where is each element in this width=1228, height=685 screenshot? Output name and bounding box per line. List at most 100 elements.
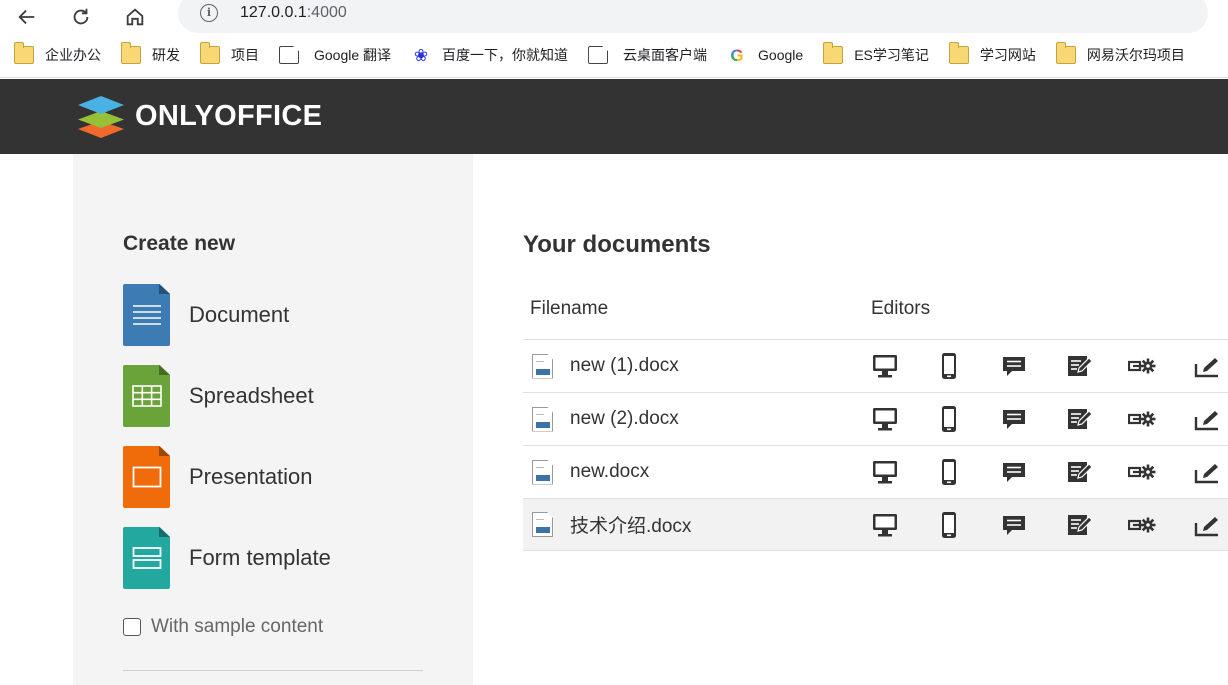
- desktop-icon[interactable]: [870, 457, 900, 487]
- document-row[interactable]: new (2).docx: [523, 392, 1228, 445]
- file-name-link[interactable]: new (2).docx: [570, 408, 679, 430]
- documents-title: Your documents: [523, 231, 711, 258]
- sample-content-label: With sample content: [151, 616, 324, 637]
- mobile-icon[interactable]: [934, 404, 964, 434]
- home-icon: [126, 7, 144, 25]
- fill-form-icon[interactable]: [1192, 351, 1222, 381]
- presentation-icon: [123, 446, 170, 508]
- embedded-settings-icon[interactable]: [1127, 510, 1157, 540]
- document-icon: [123, 284, 170, 346]
- create-document-button[interactable]: Document: [123, 284, 289, 346]
- bookmark-label: 学习网站: [979, 47, 1036, 63]
- bookmark-label: 百度一下，你就知道: [442, 47, 569, 63]
- document-row[interactable]: 技术介绍.docx: [523, 498, 1228, 551]
- bookmark-item[interactable]: G Google: [727, 46, 804, 65]
- home-button[interactable]: [118, 2, 152, 32]
- bookmark-item[interactable]: 项目: [199, 42, 259, 65]
- document-row[interactable]: new.docx: [523, 445, 1228, 498]
- url-host: 127.0.0.1: [240, 3, 307, 21]
- create-title: Create new: [123, 232, 236, 255]
- sample-content-option[interactable]: With sample content: [123, 616, 323, 638]
- divider: [123, 670, 423, 671]
- folder-icon: [822, 42, 844, 64]
- bookmark-item[interactable]: ES学习笔记: [822, 42, 929, 65]
- bookmark-item[interactable]: 云桌面客户端: [588, 45, 707, 65]
- comment-icon[interactable]: [999, 457, 1029, 487]
- docx-file-icon: [532, 512, 553, 537]
- embedded-settings-icon[interactable]: [1127, 457, 1157, 487]
- bookmark-item[interactable]: Google 翻译: [279, 45, 391, 65]
- bookmark-item[interactable]: 研发: [120, 42, 180, 65]
- spreadsheet-icon: [123, 365, 170, 427]
- folder-icon: [120, 42, 141, 64]
- bookmark-label: Google 翻译: [314, 47, 392, 63]
- docx-file-icon: [532, 459, 553, 485]
- arrow-left-icon: [18, 9, 35, 24]
- url-text: 127.0.0.1:4000: [240, 4, 347, 22]
- bookmark-label: 云桌面客户端: [623, 47, 708, 63]
- review-icon[interactable]: [1064, 351, 1094, 381]
- review-icon[interactable]: [1064, 404, 1094, 434]
- fill-form-icon[interactable]: [1192, 510, 1222, 540]
- review-icon[interactable]: [1064, 510, 1094, 540]
- desktop-icon[interactable]: [870, 404, 900, 434]
- bookmark-item[interactable]: 学习网站: [948, 42, 1036, 65]
- info-icon[interactable]: i: [200, 3, 218, 22]
- comment-icon[interactable]: [999, 351, 1029, 381]
- folder-icon: [13, 42, 34, 64]
- logo[interactable]: ONLYOFFICE: [76, 94, 322, 140]
- folder-icon: [199, 42, 220, 64]
- file-name-link[interactable]: new.docx: [570, 461, 649, 483]
- create-spreadsheet-label: Spreadsheet: [189, 383, 314, 408]
- mobile-icon[interactable]: [934, 457, 964, 487]
- reload-icon: [73, 8, 89, 24]
- mobile-icon[interactable]: [934, 510, 964, 540]
- onlyoffice-logo-icon: [78, 95, 124, 138]
- create-form-template-label: Form template: [189, 545, 331, 570]
- create-spreadsheet-button[interactable]: Spreadsheet: [123, 365, 314, 427]
- comment-icon[interactable]: [999, 404, 1029, 434]
- url-port: :4000: [306, 3, 347, 21]
- create-presentation-label: Presentation: [189, 464, 313, 489]
- address-bar[interactable]: i 127.0.0.1:4000: [178, 0, 1208, 33]
- fill-form-icon[interactable]: [1192, 404, 1222, 434]
- reload-button[interactable]: [64, 2, 98, 32]
- app-header: ONLYOFFICE: [0, 79, 1228, 154]
- document-row[interactable]: new (1).docx: [523, 339, 1228, 392]
- bookmark-label: 研发: [152, 47, 180, 63]
- comment-icon[interactable]: [999, 510, 1029, 540]
- page-icon: [279, 46, 299, 64]
- create-document-label: Document: [189, 302, 290, 327]
- fill-form-icon[interactable]: [1192, 457, 1222, 487]
- bookmark-label: 网易沃尔玛项目: [1086, 47, 1185, 63]
- back-button[interactable]: [10, 2, 44, 32]
- page-icon: [588, 46, 609, 64]
- folder-icon: [1055, 42, 1076, 64]
- editors-column-header: Editors: [871, 298, 931, 319]
- docx-file-icon: [532, 353, 553, 379]
- bookmark-item[interactable]: 网易沃尔玛项目: [1055, 42, 1185, 65]
- bookmarks-bar: 企业办公 研发 项目 Google 翻译 ❀ 百度一下，你就知道 云桌面客户端 G…: [0, 33, 1228, 78]
- logo-text: ONLYOFFICE: [135, 100, 323, 132]
- bookmark-item[interactable]: ❀ 百度一下，你就知道: [411, 45, 568, 65]
- review-icon[interactable]: [1064, 457, 1094, 487]
- file-name-link[interactable]: new (1).docx: [570, 355, 679, 377]
- create-form-template-button[interactable]: Form template: [123, 527, 331, 589]
- bookmark-label: 企业办公: [45, 47, 101, 63]
- desktop-icon[interactable]: [870, 510, 900, 540]
- bookmark-label: Google: [758, 47, 804, 63]
- form-template-icon: [123, 527, 170, 589]
- embedded-settings-icon[interactable]: [1127, 404, 1157, 434]
- bookmark-item[interactable]: 企业办公: [13, 42, 101, 65]
- folder-icon: [948, 42, 969, 64]
- filename-column-header: Filename: [530, 298, 609, 319]
- file-name-link[interactable]: 技术介绍.docx: [570, 511, 691, 538]
- sample-content-checkbox[interactable]: [123, 618, 141, 636]
- bookmark-label: 项目: [231, 47, 259, 63]
- embedded-settings-icon[interactable]: [1127, 351, 1157, 381]
- baidu-icon: ❀: [413, 46, 429, 65]
- mobile-icon[interactable]: [934, 351, 964, 381]
- desktop-icon[interactable]: [870, 351, 900, 381]
- create-presentation-button[interactable]: Presentation: [123, 446, 313, 508]
- docx-file-icon: [532, 406, 553, 432]
